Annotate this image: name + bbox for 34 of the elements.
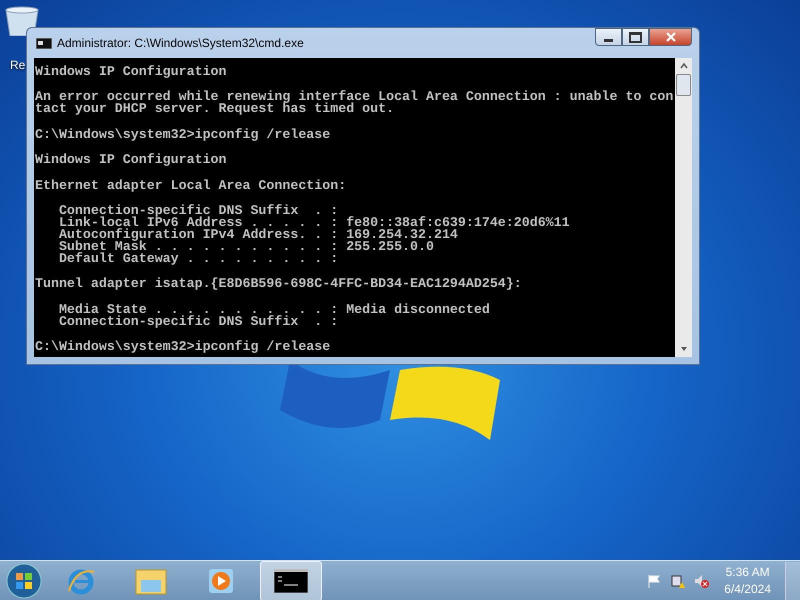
- start-button[interactable]: [6, 562, 42, 598]
- console-line: Media State . . . . . . . . . . . : Media disconnected: [58, 304, 491, 316]
- play-icon: [207, 566, 235, 594]
- window-title: Administrator: C:\Windows\System32\cmd.exe: [57, 36, 304, 50]
- desktop-icon-label: Re: [10, 58, 26, 72]
- scroll-down-icon[interactable]: [678, 345, 688, 353]
- console-line: Connection-specific DNS Suffix . :: [58, 204, 340, 217]
- scrollbar-thumb[interactable]: [676, 74, 691, 96]
- console-line: Autoconfiguration IPv4 Address. . : 169.254.32.214: [58, 228, 459, 241]
- console-line: Windows IP Configuration: [35, 66, 228, 78]
- console-icon: [274, 568, 308, 592]
- close-button[interactable]: [649, 28, 692, 46]
- clock-time[interactable]: 5:36 AM: [726, 565, 770, 579]
- clock-date[interactable]: 6/4/2024: [724, 582, 771, 596]
- console-line: Link-local IPv6 Address . . . . . : fe80::38af:c639:174e:20d6%11: [58, 216, 571, 229]
- console-line: Subnet Mask . . . . . . . . . . . : 255.255.0.0: [58, 240, 435, 253]
- console-line: Connection-specific DNS Suffix . :: [58, 316, 340, 328]
- console-icon: [36, 38, 52, 48]
- console-line: C:\Windows\system32>ipconfig /release: [35, 128, 332, 141]
- maximize-button[interactable]: [622, 28, 649, 46]
- console-line: Default Gateway . . . . . . . . . :: [58, 252, 340, 265]
- network-warning-icon[interactable]: [670, 572, 686, 588]
- minimize-button[interactable]: [595, 28, 622, 46]
- console-line: Windows IP Configuration: [35, 154, 228, 166]
- console-line: C:\Windows\system32>ipconfig /release: [35, 341, 332, 353]
- console-line: Tunnel adapter isatap.{E8D6B596-698C-4FFC-BD34-EAC1294AD254}:: [35, 278, 523, 290]
- console-line: Ethernet adapter Local Area Connection:: [35, 180, 348, 192]
- speaker-muted-icon[interactable]: [694, 572, 710, 588]
- console-line: An error occurred while renewing interface Local Area Connection : unable to con: [35, 91, 674, 104]
- taskbar-app-button[interactable]: [260, 560, 322, 600]
- flag-icon[interactable]: [646, 572, 662, 588]
- close-icon: [664, 32, 676, 42]
- scroll-up-icon[interactable]: [678, 62, 688, 70]
- console-line: tact your DHCP server. Request has timed out.: [35, 103, 396, 116]
